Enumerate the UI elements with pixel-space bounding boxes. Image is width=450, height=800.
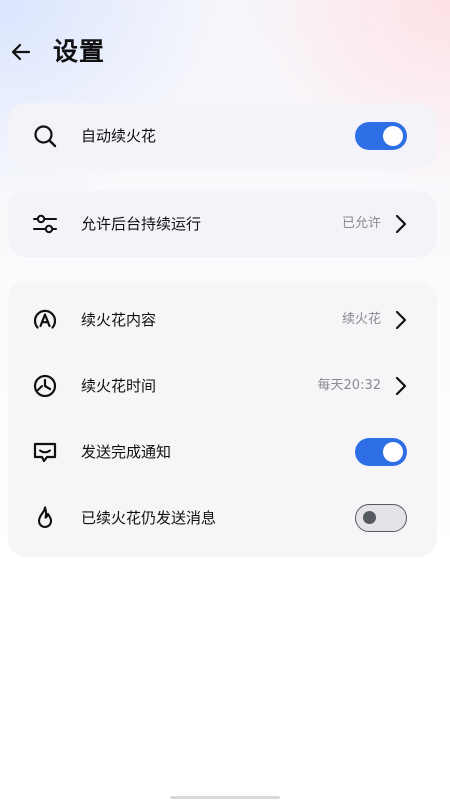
- background-run-value: 已允许: [341, 216, 381, 231]
- chevron-right-icon: [395, 214, 407, 234]
- still-send-toggle[interactable]: [355, 504, 407, 532]
- top-bar: 设置: [0, 30, 450, 74]
- still-send-label: 已续火花仍发送消息: [81, 509, 217, 527]
- still-send-row: 已续火花仍发送消息: [8, 485, 437, 551]
- streak-time-label: 续火花时间: [81, 377, 157, 395]
- toggle-knob: [383, 442, 403, 462]
- notify-row: 发送完成通知: [8, 419, 437, 485]
- streak-content-row[interactable]: 续火花内容 续火花: [8, 287, 437, 353]
- settings-card-auto: 自动续火花: [8, 103, 437, 169]
- clock-icon: [33, 374, 57, 398]
- chevron-right-icon: [395, 376, 407, 396]
- streak-time-row[interactable]: 续火花时间 每天20:32: [8, 353, 437, 419]
- search-icon: [34, 125, 57, 148]
- notify-label: 发送完成通知: [81, 443, 172, 461]
- flame-icon: [37, 506, 53, 529]
- background-run-label: 允许后台持续运行: [81, 215, 202, 233]
- settings-card-background: 允许后台持续运行 已允许: [8, 191, 437, 257]
- arrow-left-icon: [11, 43, 31, 61]
- settings-card-streak: 续火花内容 续火花 续火花时间 每天20:32 发送完成通知 已续火花仍发送消息: [8, 281, 437, 557]
- notify-toggle[interactable]: [355, 438, 407, 466]
- home-indicator: [170, 796, 280, 799]
- back-button[interactable]: [6, 37, 36, 67]
- letter-a-badge-icon: [33, 309, 57, 329]
- streak-content-value: 续火花: [341, 312, 381, 327]
- streak-time-value: 每天20:32: [317, 378, 381, 393]
- streak-content-label: 续火花内容: [81, 311, 157, 329]
- toggle-knob: [363, 511, 376, 524]
- page-title: 设置: [53, 37, 106, 66]
- auto-streak-toggle[interactable]: [355, 122, 407, 150]
- chevron-right-icon: [395, 310, 407, 330]
- message-bubble-icon: [33, 442, 57, 463]
- auto-streak-label: 自动续火花: [81, 127, 157, 145]
- sliders-icon: [33, 214, 57, 234]
- auto-streak-row: 自动续火花: [8, 103, 437, 169]
- background-run-row[interactable]: 允许后台持续运行 已允许: [8, 191, 437, 257]
- toggle-knob: [383, 126, 403, 146]
